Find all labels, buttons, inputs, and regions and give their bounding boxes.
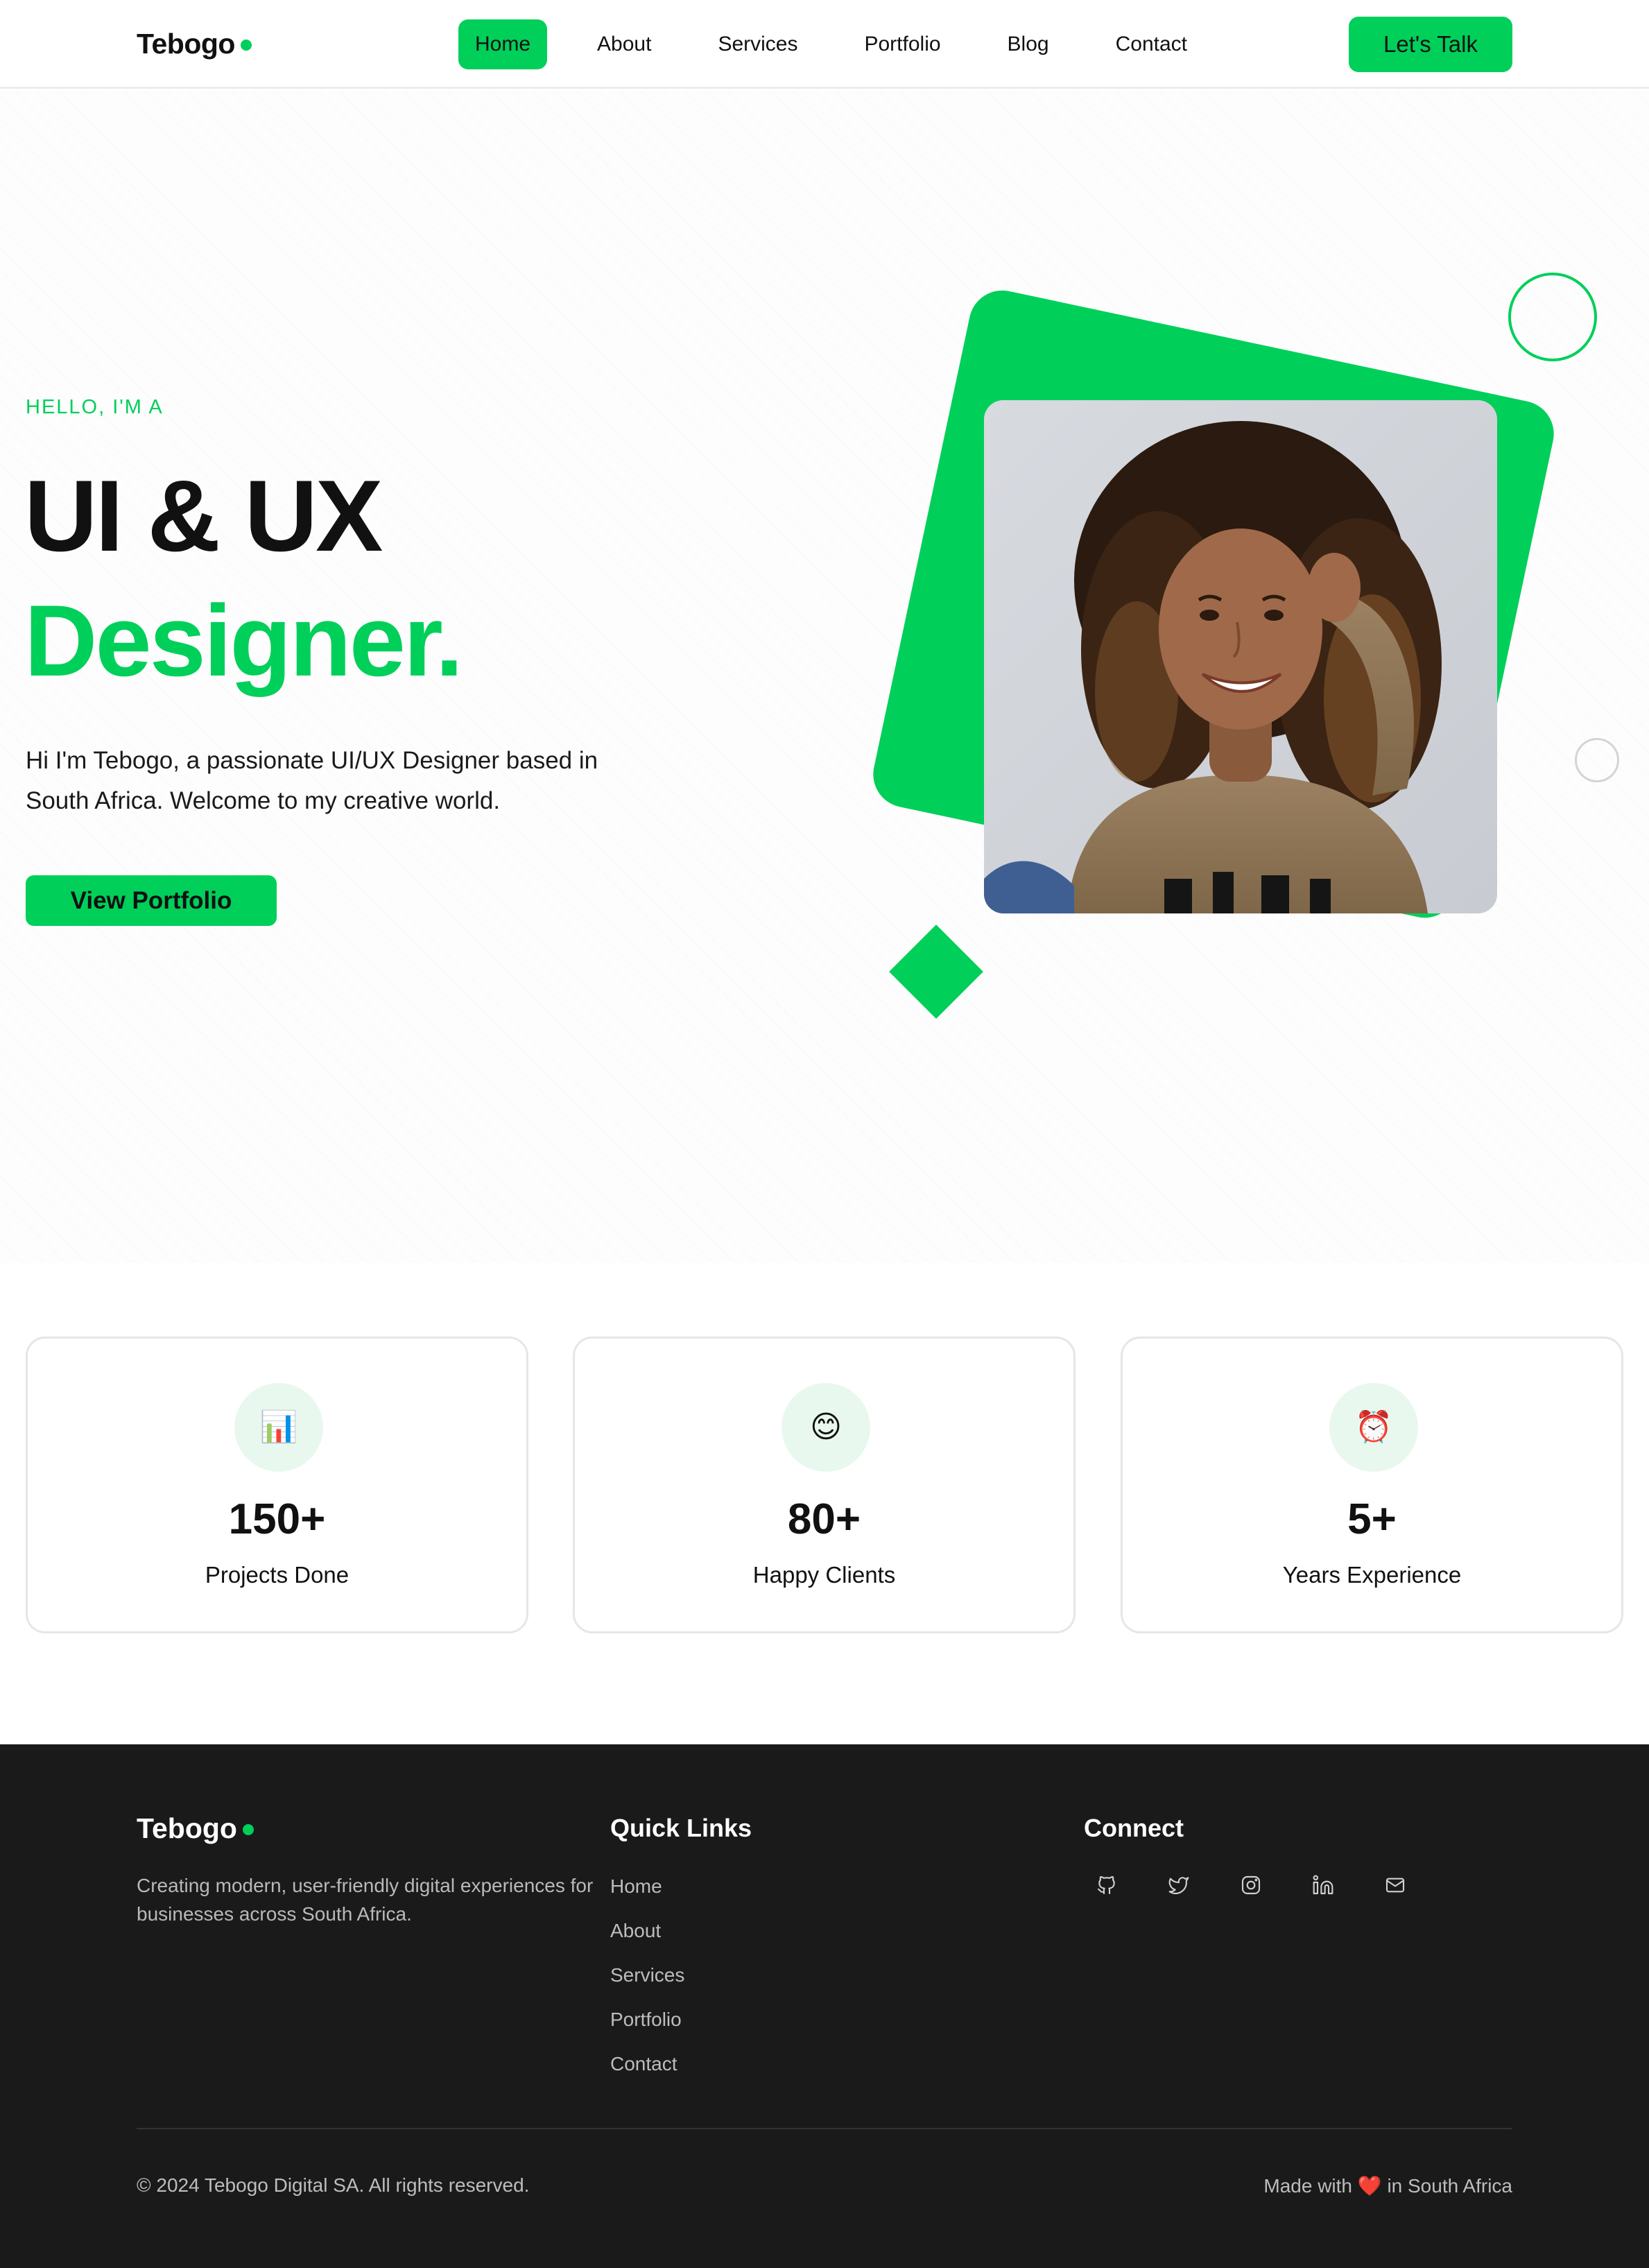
portrait-photo — [984, 400, 1497, 913]
footer-link-about[interactable]: About — [610, 1921, 684, 1965]
made-with-suffix: in South Africa — [1387, 2175, 1512, 2197]
top-navigation: Tebogo Home About Services Portfolio Blo… — [0, 0, 1649, 89]
footer-link-home[interactable]: Home — [610, 1876, 684, 1921]
footer-link-contact[interactable]: Contact — [610, 2054, 684, 2098]
nav-item-services[interactable]: Services — [701, 19, 814, 69]
mail-icon[interactable] — [1376, 1866, 1415, 1905]
hero-title-line2: Designer. — [24, 584, 463, 697]
nav-item-portfolio[interactable]: Portfolio — [847, 19, 957, 69]
nav-links: Home About Services Portfolio Blog Conta… — [458, 19, 1237, 69]
stats-section: 📊 150+ Projects Done 😊 80+ Happy Clients… — [0, 1263, 1649, 1744]
stat-card-clients: 😊 80+ Happy Clients — [573, 1337, 1076, 1633]
brand-logo[interactable]: Tebogo — [137, 28, 252, 60]
social-links — [1087, 1866, 1448, 1905]
footer-brand-name: Tebogo — [137, 1812, 237, 1844]
brand-dot-icon — [240, 39, 252, 51]
nav-item-about[interactable]: About — [580, 19, 668, 69]
footer-link-services[interactable]: Services — [610, 1965, 684, 2009]
decorative-small-ring-icon — [1575, 738, 1619, 782]
bar-chart-icon: 📊 — [234, 1383, 323, 1472]
site-footer: Tebogo Creating modern, user-friendly di… — [0, 1744, 1649, 2268]
portrait-illustration — [984, 400, 1497, 913]
copyright-text: © 2024 Tebogo Digital SA. All rights res… — [137, 2174, 530, 2196]
stat-label: Projects Done — [205, 1562, 349, 1588]
nav-item-home[interactable]: Home — [458, 19, 548, 69]
stat-value: 80+ — [787, 1495, 861, 1543]
brand-name: Tebogo — [137, 28, 235, 60]
footer-link-portfolio[interactable]: Portfolio — [610, 2009, 684, 2054]
decorative-ring-icon — [1508, 273, 1597, 361]
hero-description: Hi I'm Tebogo, a passionate UI/UX Design… — [26, 747, 598, 814]
made-with-prefix: Made with — [1263, 2175, 1352, 2197]
smiley-icon: 😊 — [782, 1383, 870, 1472]
twitter-icon[interactable] — [1159, 1866, 1198, 1905]
hero-eyebrow: HELLO, I'M A — [26, 396, 164, 418]
lets-talk-button[interactable]: Let's Talk — [1349, 17, 1512, 72]
brand-dot-icon — [242, 1823, 254, 1835]
stat-card-projects: 📊 150+ Projects Done — [26, 1337, 528, 1633]
stat-value: 150+ — [228, 1495, 326, 1543]
quick-links-list: Home About Services Portfolio Contact — [610, 1876, 684, 2098]
stat-card-experience: ⏰ 5+ Years Experience — [1121, 1337, 1623, 1633]
stat-label: Years Experience — [1282, 1562, 1462, 1588]
footer-description: Creating modern, user-friendly digital e… — [137, 1875, 594, 1925]
footer-divider — [137, 2128, 1512, 2129]
view-portfolio-button[interactable]: View Portfolio — [26, 875, 277, 926]
hero-title-line1: UI & UX — [24, 459, 383, 572]
stat-label: Happy Clients — [752, 1562, 896, 1588]
footer-brand[interactable]: Tebogo — [137, 1812, 254, 1845]
heart-icon: ❤️ — [1357, 2175, 1382, 2197]
nav-item-contact[interactable]: Contact — [1099, 19, 1204, 69]
made-with-text: Made with ❤️ in South Africa — [1263, 2174, 1512, 2197]
github-icon[interactable] — [1087, 1866, 1126, 1905]
alarm-clock-icon: ⏰ — [1329, 1383, 1418, 1472]
decorative-diamond-icon — [889, 925, 983, 1019]
instagram-icon[interactable] — [1232, 1866, 1270, 1905]
hero-section: HELLO, I'M A UI & UX Designer. Hi I'm Te… — [0, 91, 1649, 1263]
quick-links-heading: Quick Links — [610, 1814, 752, 1842]
connect-heading: Connect — [1084, 1814, 1184, 1842]
stat-value: 5+ — [1347, 1495, 1397, 1543]
nav-item-blog[interactable]: Blog — [991, 19, 1066, 69]
linkedin-icon[interactable] — [1304, 1866, 1342, 1905]
